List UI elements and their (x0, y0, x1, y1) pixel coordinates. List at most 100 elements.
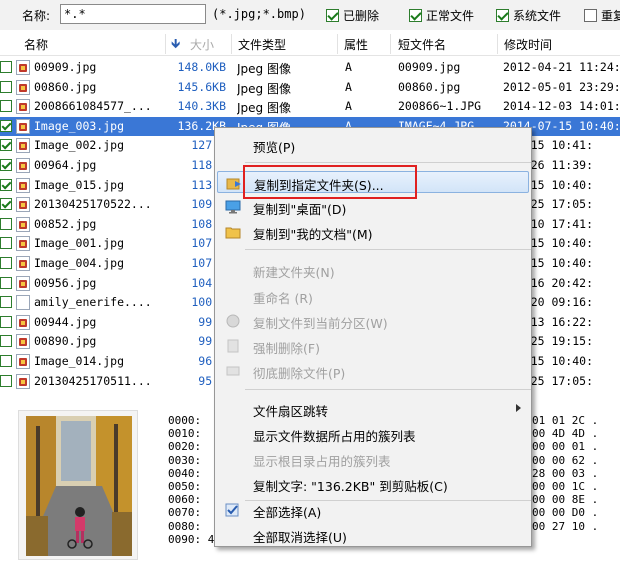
file-name: 00890.jpg (34, 334, 97, 349)
file-size: 148.0KB (177, 60, 226, 74)
highlight-annotation-box (243, 165, 417, 199)
folder-icon (225, 227, 241, 239)
image-file-icon (16, 138, 30, 154)
file-name: Image_003.jpg (34, 118, 125, 133)
menu-item-show-root-clusters[interactable]: 显示根目录占用的簇列表 (217, 448, 529, 470)
hex-offset: 0010: (168, 427, 202, 441)
row-checkbox[interactable] (0, 158, 12, 171)
file-modified-time: 2014-12-03 14:01: (503, 99, 620, 114)
file-size: 140.3KB (177, 99, 226, 114)
image-preview (18, 410, 138, 560)
row-checkbox[interactable] (0, 315, 12, 328)
image-file-icon (16, 314, 30, 330)
row-checkbox[interactable] (0, 354, 12, 367)
hex-bytes: 00 00 8E . (532, 493, 599, 507)
file-name: 20130425170511... (34, 373, 152, 388)
hex-offset: 0050: (168, 480, 202, 493)
submenu-arrow-icon (516, 404, 521, 412)
file-short-name: 00860.jpg (398, 79, 461, 94)
hex-offset: 0000: (168, 414, 202, 427)
image-file-icon (16, 373, 30, 389)
file-list-header: 名称 🡻 大小 文件类型 属性 短文件名 修改时间 (0, 32, 620, 56)
row-checkbox[interactable] (0, 119, 12, 132)
row-checkbox[interactable] (0, 276, 12, 289)
hex-bytes: 01 01 2C . (532, 414, 599, 427)
menu-item-copy-to-partition[interactable]: 复制文件到当前分区(W) (217, 310, 529, 332)
image-file-icon (16, 275, 30, 291)
row-checkbox[interactable] (0, 256, 12, 269)
hex-offset: 0070: (168, 506, 202, 520)
column-short-name[interactable]: 短文件名 (398, 36, 446, 53)
file-name: 2008661084577_... (34, 99, 152, 114)
column-attr[interactable]: 属性 (344, 36, 368, 53)
file-name: Image_002.jpg (34, 138, 125, 153)
name-filter-hint: (*.jpg;*.bmp) (212, 7, 306, 21)
file-name: 00852.jpg (34, 216, 97, 231)
menu-item-force-delete[interactable]: 强制删除(F) (217, 335, 529, 357)
file-attr: A (345, 60, 352, 74)
menu-item-rename[interactable]: 重命名 (R) (217, 285, 529, 307)
table-row[interactable]: 00909.jpg 148.0KB Jpeg 图像 A 00909.jpg 2012-04… (0, 58, 620, 78)
file-size: 145.6KB (177, 79, 226, 94)
row-checkbox[interactable] (0, 374, 12, 387)
name-filter-input[interactable]: *.* (60, 4, 206, 24)
menu-item-copy-to-desktop[interactable]: 复制到"桌面"(D) (217, 196, 529, 218)
image-file-icon (16, 157, 30, 173)
column-name[interactable]: 名称 (24, 36, 48, 53)
hex-bytes: 00 00 62 . (532, 453, 599, 467)
checkbox-icon[interactable] (326, 9, 339, 22)
column-modified-time[interactable]: 修改时间 (504, 36, 552, 53)
menu-item-preview[interactable]: 预览(P) (217, 134, 529, 156)
file-short-name: 200866~1.JPG (398, 99, 482, 114)
hex-bytes: 00 4D 4D . (532, 427, 599, 441)
checkbox-icon[interactable] (496, 9, 509, 22)
image-file-icon (16, 79, 30, 95)
menu-item-copy-to-documents[interactable]: 复制到"我的文档"(M) (217, 221, 529, 243)
duplicate-files-checkbox[interactable]: 重复 (584, 7, 620, 24)
column-size[interactable]: 大小 (190, 36, 214, 53)
hex-offset: 0030: (168, 453, 202, 467)
row-checkbox[interactable] (0, 217, 12, 230)
name-filter-label: 名称: (22, 9, 51, 23)
menu-item-sector-jump[interactable]: 文件扇区跳转 (217, 398, 529, 420)
delete-icon (227, 339, 239, 353)
menu-item-select-all[interactable]: 全部选择(A) (217, 499, 529, 521)
row-checkbox[interactable] (0, 178, 12, 191)
column-type[interactable]: 文件类型 (238, 36, 286, 53)
row-checkbox[interactable] (0, 80, 12, 93)
file-attr: A (345, 99, 352, 114)
row-checkbox[interactable] (0, 139, 12, 152)
row-checkbox[interactable] (0, 237, 12, 250)
hex-bytes: 00 00 D0 . (532, 506, 599, 520)
menu-item-show-file-clusters[interactable]: 显示文件数据所占用的簇列表 (217, 423, 529, 445)
file-modified-time: 2012-04-21 11:24: (503, 60, 620, 74)
preview-photo (26, 416, 132, 556)
file-name: Image_014.jpg (34, 353, 125, 368)
row-checkbox[interactable] (0, 198, 12, 211)
file-modified-time: 2012-05-01 23:29: (503, 79, 620, 94)
hex-bytes: 28 00 03 . (532, 466, 599, 480)
file-type: Jpeg 图像 (237, 101, 291, 116)
menu-item-deselect-all[interactable]: 全部取消选择(U) (217, 524, 529, 546)
row-checkbox[interactable] (0, 100, 12, 113)
table-row[interactable]: 00860.jpg 145.6KB Jpeg 图像 A 00860.jpg 2012-05… (0, 78, 620, 98)
row-checkbox[interactable] (0, 61, 12, 73)
menu-item-permanent-delete[interactable]: 彻底删除文件(P) (217, 360, 529, 382)
image-file-icon (16, 177, 30, 193)
normal-files-checkbox[interactable]: 正常文件 (409, 7, 474, 24)
file-attr: A (345, 79, 352, 94)
row-checkbox[interactable] (0, 335, 12, 348)
hex-offset: 0080: (168, 519, 202, 533)
menu-item-new-folder[interactable]: 新建文件夹(N) (217, 259, 529, 281)
menu-item-copy-text[interactable]: 复制文字: "136.2KB" 到剪贴板(C) (217, 473, 529, 495)
row-checkbox[interactable] (0, 296, 12, 309)
checkbox-icon[interactable] (409, 9, 422, 22)
filter-bar: 名称: *.* (*.jpg;*.bmp) 已删除 正常文件 系统文件 重复 (0, 0, 620, 30)
table-row[interactable]: 2008661084577_... 140.3KB Jpeg 图像 A 200866~1… (0, 97, 620, 117)
hex-bytes: 00 00 1C . (532, 480, 599, 493)
system-files-checkbox[interactable]: 系统文件 (496, 7, 561, 24)
deleted-files-checkbox[interactable]: 已删除 (326, 7, 379, 24)
file-name: 00944.jpg (34, 314, 97, 329)
file-name: 00956.jpg (34, 275, 97, 290)
checkbox-icon[interactable] (584, 9, 597, 22)
